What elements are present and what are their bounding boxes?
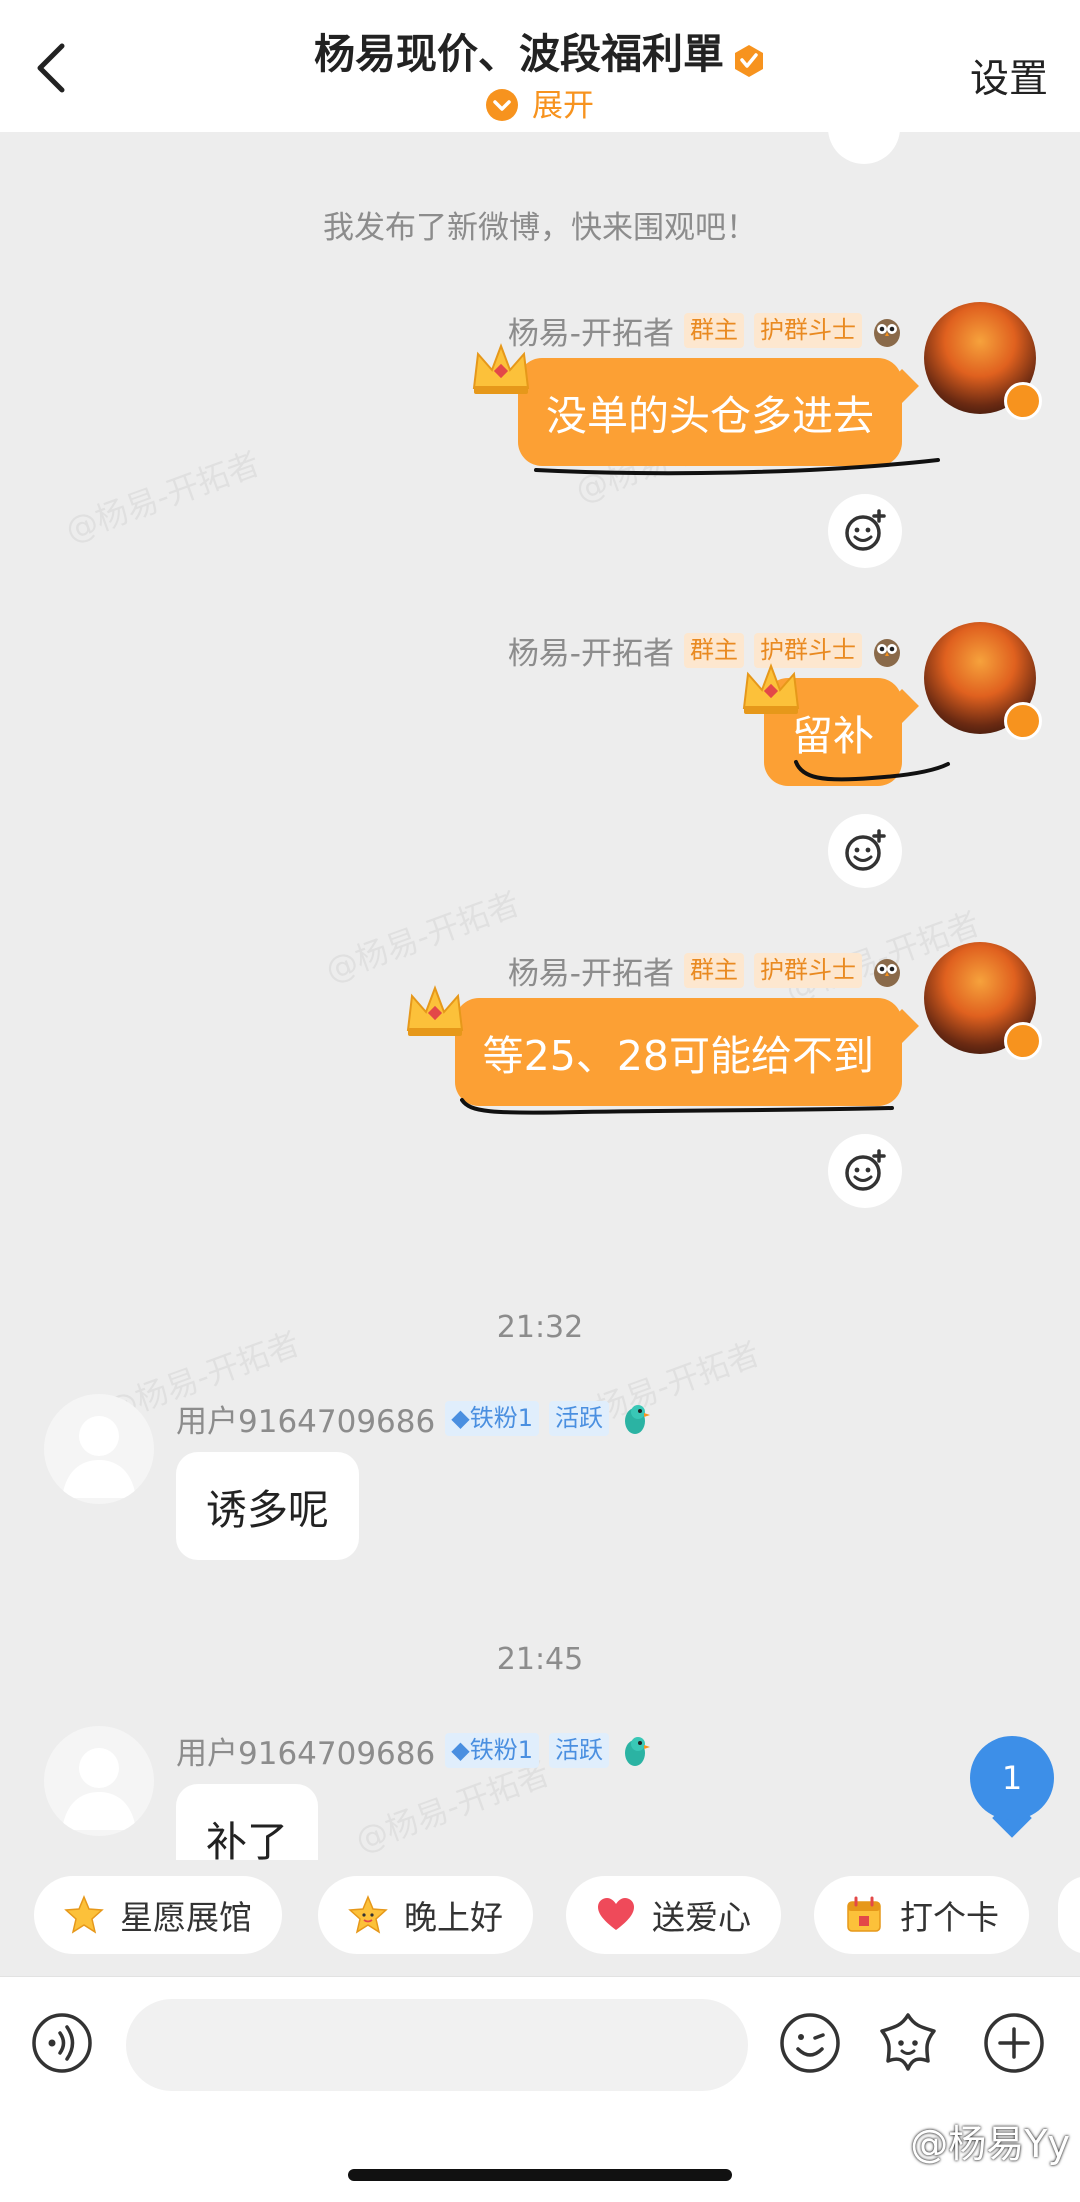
emoji-add-icon xyxy=(845,1149,886,1191)
message-text: 补了 xyxy=(206,1818,288,1860)
message-text: 没单的头仓多进去 xyxy=(546,392,874,440)
chat-header: 杨易现价、波段福利單 展开 设置 xyxy=(0,0,1080,132)
message-bubble[interactable]: 补了 xyxy=(176,1784,318,1860)
image-watermark: @杨易Yy xyxy=(910,2122,1070,2166)
chip-send-heart[interactable]: 送爱心 xyxy=(566,1876,781,1954)
chip-check-in[interactable]: 打个卡 xyxy=(814,1876,1029,1954)
parrot-badge-icon xyxy=(624,1736,650,1766)
sender-name: 杨易-开拓者 xyxy=(507,636,674,672)
plus-icon[interactable] xyxy=(982,2011,1046,2075)
reaction-button[interactable] xyxy=(828,814,902,888)
chip-partial[interactable] xyxy=(1058,1876,1080,1954)
expand-toggle[interactable]: 展开 xyxy=(0,80,1080,125)
expand-label: 展开 xyxy=(532,88,594,124)
message-text: 诱多呢 xyxy=(206,1486,329,1534)
message-text: 等25、28可能给不到 xyxy=(482,1032,874,1080)
guard-tag: 护群斗士 xyxy=(754,313,862,348)
owl-badge-icon xyxy=(874,318,900,347)
system-message: 我发布了新微博，快来围观吧！ xyxy=(323,210,757,246)
sender-info: 杨易-开拓者 群主 护群斗士 xyxy=(508,308,902,353)
timestamp: 21:45 xyxy=(496,1642,584,1677)
input-bar: @杨易Yy xyxy=(0,1976,1080,2202)
member-avatar[interactable] xyxy=(44,1726,154,1836)
sender-name: 用户9164709686 xyxy=(176,1736,436,1772)
owner-avatar[interactable] xyxy=(924,942,1042,1060)
fan-level-tag: ◆铁粉1 xyxy=(445,1401,539,1436)
verified-icon xyxy=(1004,1022,1042,1060)
sender-info: 用户9164709686 ◆铁粉1 活跃 xyxy=(176,1396,651,1441)
reaction-button-partial[interactable] xyxy=(828,132,900,164)
fan-level-text: 铁粉1 xyxy=(469,1736,533,1765)
active-tag: 活跃 xyxy=(548,1733,609,1768)
chip-label: 星愿展馆 xyxy=(120,1898,252,1937)
owner-avatar[interactable] xyxy=(924,302,1042,420)
sender-info: 杨易-开拓者 群主 护群斗士 xyxy=(508,628,902,673)
chip-label: 打个卡 xyxy=(900,1898,999,1937)
voice-icon[interactable] xyxy=(30,2011,94,2075)
crown-icon xyxy=(406,985,464,1036)
message-bubble[interactable]: 没单的头仓多进去 xyxy=(518,358,919,466)
parrot-badge-icon xyxy=(624,1404,650,1434)
sender-name: 杨易-开拓者 xyxy=(507,956,674,992)
owner-avatar[interactable] xyxy=(924,622,1042,740)
chip-good-evening[interactable]: 晚上好 xyxy=(318,1876,533,1954)
sender-name: 杨易-开拓者 xyxy=(507,316,674,352)
crown-icon xyxy=(742,663,800,714)
group-title[interactable]: 杨易现价、波段福利單 xyxy=(0,20,1080,80)
verified-icon xyxy=(1004,382,1042,420)
default-avatar-icon xyxy=(62,1748,136,1830)
calendar-icon xyxy=(844,1895,884,1935)
bubble-tail xyxy=(885,1009,919,1043)
member-avatar[interactable] xyxy=(44,1394,154,1504)
home-indicator[interactable] xyxy=(348,2169,732,2181)
bubble-tail xyxy=(885,369,919,403)
watermark: @杨易-开拓者 xyxy=(320,884,525,990)
sender-name: 用户9164709686 xyxy=(176,1404,436,1440)
crown-icon xyxy=(472,343,530,394)
emoji-add-icon xyxy=(845,509,886,551)
group-badge-icon xyxy=(732,40,766,77)
reaction-button[interactable] xyxy=(828,494,902,568)
group-title-text: 杨易现价、波段福利單 xyxy=(314,30,724,78)
handdrawn-underline xyxy=(460,1098,894,1115)
watermark: @杨易-开拓者 xyxy=(60,444,265,550)
heart-icon xyxy=(596,1895,636,1935)
owner-tag: 群主 xyxy=(684,953,744,988)
emoji-add-icon xyxy=(845,829,886,871)
message-bubble[interactable]: 等25、28可能给不到 xyxy=(454,998,919,1106)
handdrawn-underline xyxy=(794,760,950,782)
chip-label: 晚上好 xyxy=(404,1898,503,1937)
fan-level-text: 铁粉1 xyxy=(469,1404,533,1433)
message-list[interactable]: @杨易-开拓者 @杨易-开拓者 @杨易-开拓者 @杨易-开拓者 @杨易-开拓者 … xyxy=(0,132,1080,1860)
owner-tag: 群主 xyxy=(684,313,744,348)
active-tag: 活跃 xyxy=(548,1401,609,1436)
fan-level-tag: ◆铁粉1 xyxy=(445,1733,539,1768)
smiling-star-icon xyxy=(348,1895,388,1935)
owl-badge-icon xyxy=(874,638,900,667)
emoji-icon[interactable] xyxy=(778,2011,842,2075)
owner-tag: 群主 xyxy=(684,633,744,668)
sender-info: 杨易-开拓者 群主 护群斗士 xyxy=(508,948,902,993)
bubble-tail xyxy=(885,689,919,723)
chip-star-gallery[interactable]: 星愿展馆 xyxy=(34,1876,282,1954)
timestamp: 21:32 xyxy=(496,1310,584,1345)
verified-icon xyxy=(1004,702,1042,740)
handdrawn-underline xyxy=(534,458,940,476)
chip-label: 送爱心 xyxy=(652,1898,751,1937)
expand-chevron-icon xyxy=(486,88,518,121)
quick-reply-bar: 星愿展馆 晚上好 送爱心 打个卡 xyxy=(0,1860,1080,1980)
star-icon xyxy=(64,1895,104,1935)
settings-button[interactable]: 设置 xyxy=(970,48,1048,104)
default-avatar-icon xyxy=(62,1416,136,1498)
message-text: 留补 xyxy=(792,712,874,760)
sender-info: 用户9164709686 ◆铁粉1 活跃 xyxy=(176,1728,651,1773)
sticker-icon[interactable] xyxy=(876,2011,940,2075)
unread-count-badge[interactable]: 1 xyxy=(970,1736,1054,1820)
reaction-button[interactable] xyxy=(828,1134,902,1208)
message-bubble[interactable]: 诱多呢 xyxy=(176,1452,359,1560)
message-input[interactable] xyxy=(126,1999,748,2091)
owl-badge-icon xyxy=(874,958,900,987)
guard-tag: 护群斗士 xyxy=(754,953,862,988)
